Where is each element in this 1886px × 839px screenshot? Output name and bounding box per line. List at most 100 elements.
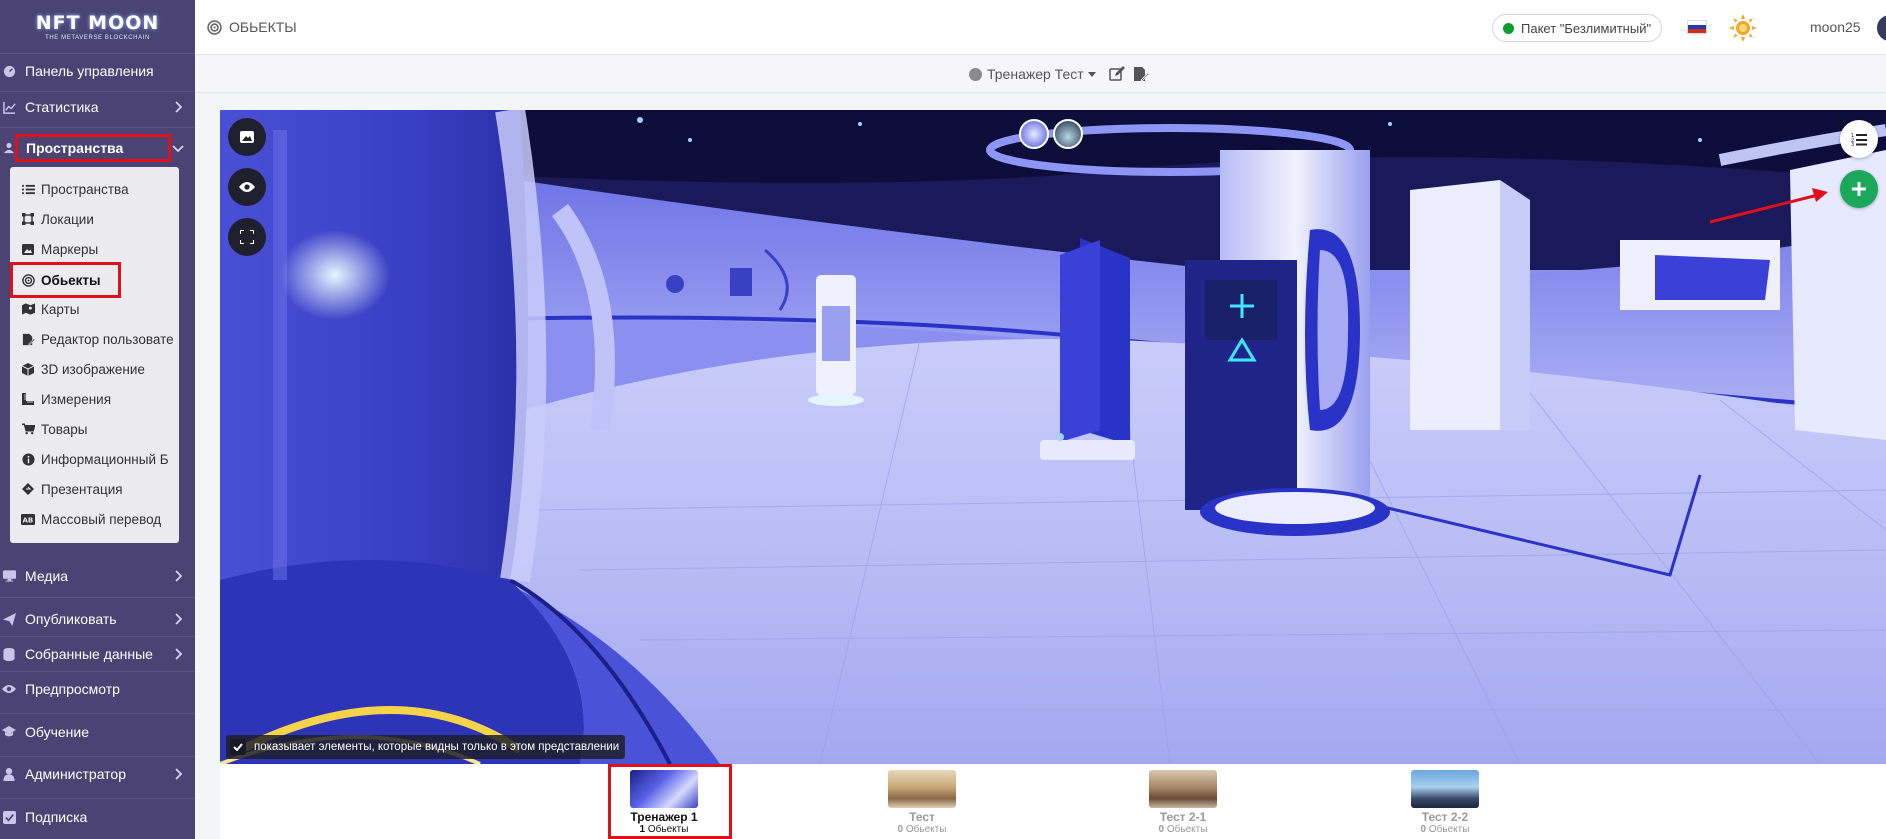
bullseye-icon [207,19,222,35]
views-strip: Тренажер 1 1 Обьекты Тест 0 Обьекты Тест… [220,764,1886,839]
desktop-icon [2,569,16,583]
submenu-item-locations[interactable]: Локации [10,206,179,232]
submenu-item-label: Пространства [41,181,129,197]
vector-square-icon [21,213,35,225]
submenu-item-label: Массовый перевод [41,511,162,527]
sidebar-item-statistics[interactable]: Статистика [0,92,195,122]
view-name: Тренажер 1 [630,810,698,824]
submenu-item-3d-image[interactable]: 3D изображение [10,356,179,382]
sidebar-item-collected-data[interactable]: Собранные данные [0,639,195,669]
brand-logo[interactable]: NFT MOON THE METAVERSE BLOCKCHAIN [0,0,195,54]
view-name: Тест 2-1 [1159,810,1207,824]
view-card-test-2-1[interactable]: Тест 2-1 0 Обьекты [1138,770,1228,835]
sidebar-item-label: Собранные данные [25,646,153,662]
view-only-hint[interactable]: показывает элементы, которые видны тольк… [226,735,626,759]
view-circle-thumbnail[interactable] [1019,119,1049,149]
package-label: Пакет "Безлимитный" [1521,20,1652,36]
view-card-test-2-2[interactable]: Тест 2-2 0 Обьекты [1400,770,1490,835]
panorama-scene[interactable] [220,110,1886,764]
submenu-item-info-block[interactable]: Информационный Б [10,446,179,472]
sidebar-item-learning[interactable]: Обучение [0,717,195,747]
view-thumbnail [1411,770,1479,808]
sidebar-item-label: Панель управления [25,63,154,79]
diamond-icon [21,483,35,495]
submenu-item-bulk-translate[interactable]: AB Массовый перевод [10,506,179,532]
submenu-item-products[interactable]: Товары [10,416,179,442]
paper-plane-icon [2,612,16,626]
view-count: 0 Обьекты [1158,824,1208,835]
sidebar-item-label: Статистика [25,99,99,115]
package-badge[interactable]: Пакет "Безлимитный" [1492,14,1663,42]
status-dot-icon [1503,22,1514,34]
view-name: Тест [909,810,935,824]
image-icon [21,243,35,255]
view-thumbnail [630,770,698,808]
space-selector[interactable]: Тренажер Тест [969,66,1096,82]
topbar: ОБЬЕКТЫ Пакет "Безлимитный" moon25 [195,0,1886,55]
submenu-item-label: Маркеры [41,241,99,257]
bullseye-icon [21,273,35,287]
sidebar-item-dashboard[interactable]: Панель управления [0,56,195,86]
sidebar-item-publish[interactable]: Опубликовать [0,604,195,634]
submenu-item-label: Товары [41,421,88,437]
submenu-item-label: Обьекты [41,272,101,288]
spaces-submenu: Пространства Локации Маркеры Обьекты Кар… [10,167,179,543]
eye-icon [2,682,16,696]
svg-text:3: 3 [1851,142,1854,146]
avatar[interactable] [1877,15,1886,41]
sidebar-item-label: Медиа [25,568,69,584]
sidebar: NFT MOON THE METAVERSE BLOCKCHAIN Панель… [0,0,195,839]
view-card-trainer-1[interactable]: Тренажер 1 1 Обьекты [619,770,709,835]
submenu-item-maps[interactable]: Карты [10,296,179,322]
submenu-item-measurements[interactable]: Измерения [10,386,179,412]
sidebar-item-media[interactable]: Медиа [0,561,195,591]
visibility-button[interactable] [228,168,266,206]
list-ol-icon: 1 2 3 [1851,133,1867,146]
sidebar-item-spaces[interactable]: Пространства [0,133,195,163]
list-icon [21,184,35,195]
user-editor-icon[interactable] [1133,66,1149,82]
panorama-viewer[interactable]: 1 1 2 3 показывает элементы, которые вид… [220,110,1886,764]
edit-icon[interactable] [1109,66,1125,82]
fullscreen-button[interactable] [228,218,266,256]
sidebar-item-subscription[interactable]: Подписка [0,802,195,832]
submenu-item-presentation[interactable]: Презентация [10,476,179,502]
chevron-right-icon [175,768,183,780]
sidebar-item-label: Администратор [25,766,127,782]
view-circle-thumbnail[interactable] [1053,119,1083,149]
submenu-item-spaces[interactable]: Пространства [10,176,179,202]
users-icon [2,141,16,155]
username[interactable]: moon25 [1810,19,1861,35]
sidebar-item-preview[interactable]: Предпросмотр [0,674,195,704]
hint-checkbox[interactable] [230,739,246,755]
view-name: Тест 2-2 [1421,810,1469,824]
map-icon [21,303,35,315]
image-toggle-button[interactable] [228,118,266,156]
submenu-item-markers[interactable]: Маркеры [10,236,179,262]
cube-icon [21,362,35,376]
brand-name: NFT MOON [35,12,160,34]
submenu-item-user-editor[interactable]: Редактор пользовате [10,326,179,352]
user-icon [2,767,16,781]
sidebar-item-label: Опубликовать [25,611,117,627]
objects-count: 1 [1837,116,1844,128]
chevron-right-icon [175,101,183,113]
submenu-item-label: Информационный Б [41,451,169,467]
view-card-test[interactable]: Тест 0 Обьекты [877,770,967,835]
submenu-item-objects[interactable]: Обьекты [12,266,117,294]
sun-icon[interactable] [1729,14,1757,42]
objects-list-button[interactable]: 1 2 3 [1840,120,1878,158]
russian-flag-icon[interactable] [1687,20,1707,34]
subscription-icon [2,810,16,824]
sidebar-item-label: Подписка [25,809,88,825]
sidebar-item-admin[interactable]: Администратор [0,759,195,789]
view-count: 0 Обьекты [897,824,947,835]
add-object-button[interactable] [1840,170,1878,208]
chevron-right-icon [175,648,183,660]
check-icon [233,743,243,751]
view-thumbnail [888,770,956,808]
view-count: 1 Обьекты [639,824,689,835]
space-toolbar: Тренажер Тест [195,56,1886,93]
sidebar-item-label: Обучение [25,724,90,740]
eye-icon [239,182,255,192]
